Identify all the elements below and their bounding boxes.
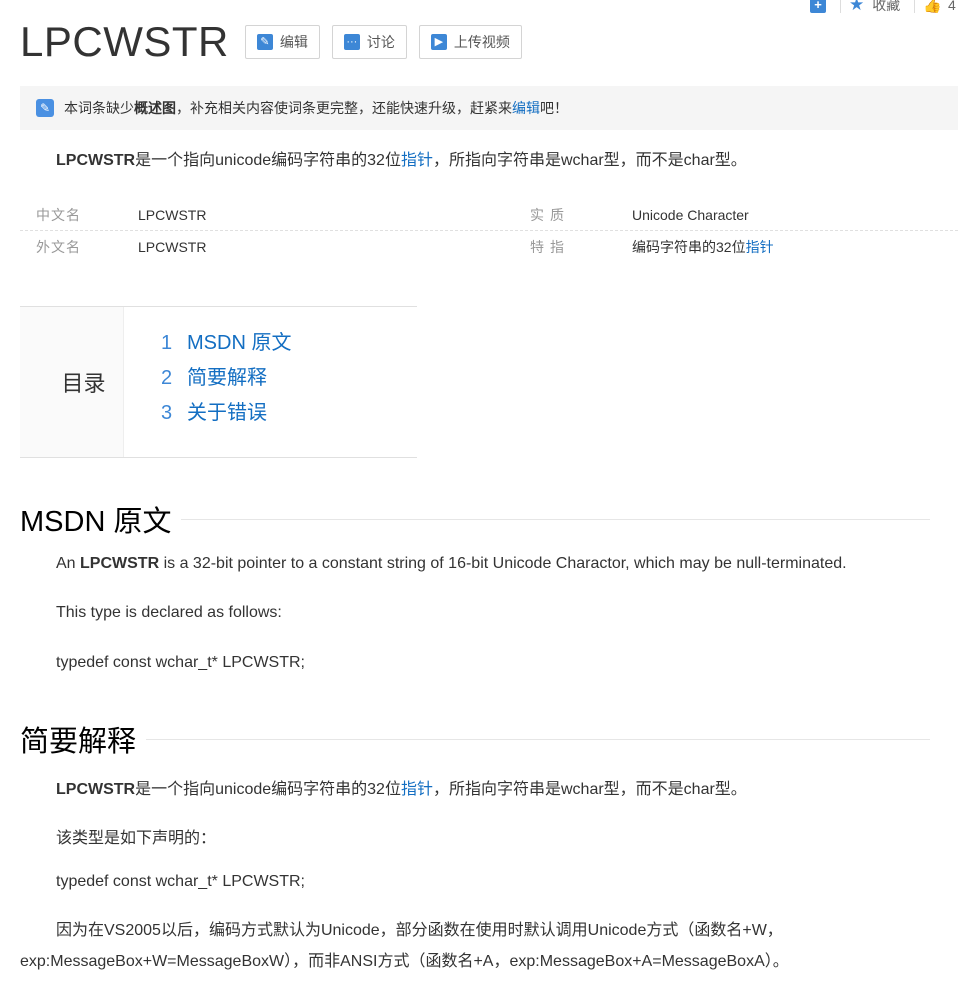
plus-square-icon[interactable]: + — [810, 0, 826, 13]
code-paragraph: typedef const wchar_t* LPCWSTR; — [56, 654, 305, 671]
pointer-link[interactable]: 指针 — [746, 239, 774, 255]
paragraph: An LPCWSTR is a 32-bit pointer to a cons… — [56, 555, 847, 573]
pointer-link[interactable]: 指针 — [401, 781, 433, 798]
paragraph-line: 因为在VS2005以后，编码方式默认为Unicode，部分函数在使用时默认调用U… — [56, 922, 783, 939]
chat-icon: ··· — [343, 34, 360, 50]
summary-text1: 是一个指向unicode编码字符串的32位 — [135, 152, 401, 169]
bold-text: LPCWSTR — [56, 781, 136, 798]
divider — [146, 738, 930, 740]
discuss-button[interactable]: ··· 讨论 — [331, 25, 407, 59]
section-heading: 简要解释 — [20, 718, 930, 760]
title-row: LPCWSTR ✎ 编辑 ··· 讨论 ▶ 上传视频 — [20, 18, 522, 66]
paragraph: This type is declared as follows: — [56, 604, 282, 621]
info-value: LPCWSTR — [138, 238, 207, 255]
discuss-button-label: 讨论 — [366, 34, 395, 50]
upload-video-button[interactable]: ▶ 上传视频 — [418, 25, 522, 59]
catalog-item-label: 简要解释 — [187, 367, 267, 389]
section-title: MSDN 原文 — [20, 506, 172, 538]
summary-bold: LPCWSTR — [56, 152, 136, 169]
catalog-item[interactable]: 1 MSDN 原文 — [161, 328, 291, 363]
info-value: 编码字符串的32位指针 — [632, 237, 774, 257]
catalog-item-label: MSDN 原文 — [187, 332, 292, 354]
text: is a 32-bit pointer to a constant string… — [159, 555, 847, 572]
section-heading: MSDN 原文 — [20, 498, 930, 540]
catalog-item-number: 1 — [161, 332, 173, 354]
play-icon: ▶ — [430, 34, 447, 50]
divider — [840, 0, 841, 13]
edit-button[interactable]: ✎ 编辑 — [244, 25, 320, 59]
info-value: LPCWSTR — [138, 207, 207, 223]
paragraph: LPCWSTR是一个指向unicode编码字符串的32位指针，所指向字符串是wc… — [56, 775, 747, 799]
upload-video-button-label: 上传视频 — [453, 34, 510, 50]
info-key: 外文名 — [36, 238, 81, 255]
info-key: 中文名 — [36, 207, 81, 223]
notice-prefix: 本词条缺少 — [64, 100, 134, 116]
edit-button-label: 编辑 — [279, 34, 308, 50]
bold-text: LPCWSTR — [80, 555, 160, 572]
notice-bold: 概述图 — [134, 100, 176, 116]
catalog-item-number: 2 — [161, 367, 173, 389]
catalog-item[interactable]: 3 关于错误 — [161, 398, 291, 433]
info-value-text: 编码字符串的32位 — [632, 238, 746, 255]
edit-note-icon: ✎ — [36, 99, 54, 117]
catalog-title: 目录 — [20, 307, 124, 457]
missing-image-notice: ✎ 本词条缺少 概述图 ，补充相关内容使词条更完整，还能快速升级，赶紧来 编辑 吧！ — [20, 86, 958, 130]
page-title: LPCWSTR — [20, 18, 229, 65]
summary-text2: ，所指向字符串是wchar型，而不是char型。 — [432, 152, 747, 169]
favorite-button[interactable]: 收藏 — [872, 0, 900, 15]
info-row: 外文名 LPCWSTR 特指 编码字符串的32位指针 — [20, 231, 958, 262]
code-paragraph: typedef const wchar_t* LPCWSTR; — [56, 873, 305, 890]
notice-edit-link[interactable]: 编辑 — [512, 98, 540, 118]
catalog-item-number: 3 — [161, 402, 173, 424]
info-row: 中文名 LPCWSTR 实质 Unicode Character — [20, 200, 958, 231]
like-count: 4 — [947, 0, 956, 13]
divider — [181, 518, 930, 520]
catalog: 目录 1 MSDN 原文 2 简要解释 3 关于错误 — [20, 306, 417, 458]
text: An — [56, 555, 81, 572]
lemma-summary: LPCWSTR是一个指向unicode编码字符串的32位指针，所指向字符串是wc… — [56, 146, 747, 170]
info-key: 特指 — [530, 238, 570, 255]
paragraph: 因为在VS2005以后，编码方式默认为Unicode，部分函数在使用时默认调用U… — [20, 915, 920, 977]
catalog-list: 1 MSDN 原文 2 简要解释 3 关于错误 — [124, 307, 291, 457]
thumbs-up-icon[interactable]: 👍 — [923, 0, 942, 14]
catalog-item-label: 关于错误 — [187, 402, 267, 424]
section-title: 简要解释 — [20, 726, 137, 758]
notice-suffix: 吧！ — [540, 100, 568, 116]
pointer-link[interactable]: 指针 — [401, 152, 433, 169]
top-actions: + ★ 收藏 👍 4 — [810, 0, 956, 16]
info-value: Unicode Character — [632, 207, 749, 223]
notice-middle: ，补充相关内容使词条更完整，还能快速升级，赶紧来 — [176, 100, 512, 116]
text: 是一个指向unicode编码字符串的32位 — [135, 781, 401, 798]
paragraph: 该类型是如下声明的： — [56, 830, 217, 847]
info-key: 实质 — [530, 207, 570, 223]
star-icon[interactable]: ★ — [849, 0, 864, 13]
paragraph-line: exp:MessageBox+W=MessageBoxW），而非ANSI方式（函… — [20, 953, 789, 970]
text: ，所指向字符串是wchar型，而不是char型。 — [432, 781, 747, 798]
catalog-item[interactable]: 2 简要解释 — [161, 363, 291, 398]
divider — [914, 0, 916, 13]
pencil-icon: ✎ — [256, 34, 273, 50]
basic-info-table: 中文名 LPCWSTR 实质 Unicode Character 外文名 LPC… — [20, 200, 958, 262]
